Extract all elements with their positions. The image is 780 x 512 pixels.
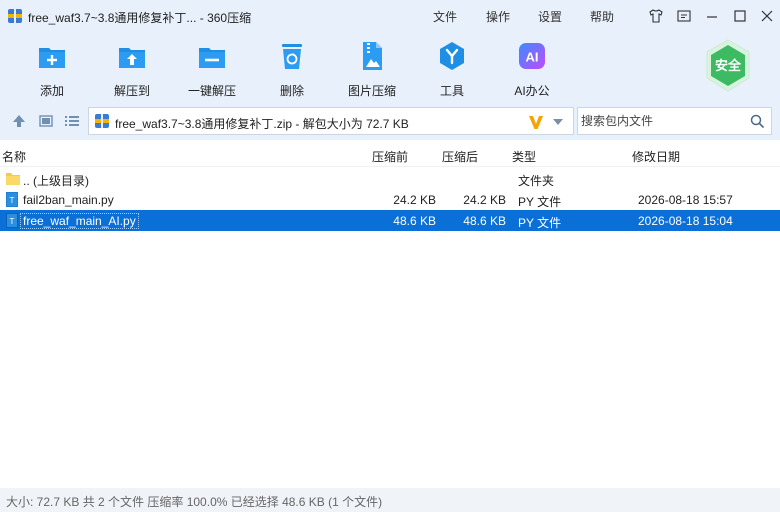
menu-settings[interactable]: 设置 bbox=[538, 8, 562, 25]
row-type: 文件夹 bbox=[518, 174, 555, 188]
security-shield-icon[interactable]: 安全 bbox=[703, 38, 753, 94]
search-input[interactable] bbox=[581, 113, 741, 129]
maximize-icon[interactable] bbox=[732, 8, 748, 24]
main-toolbar: 添加 解压到 一键解压 删除 图片压缩 工具 AI AI办公 安全 bbox=[0, 32, 780, 102]
zip-file-icon bbox=[95, 114, 109, 128]
row-name: free_waf_main_AI.py bbox=[20, 213, 139, 229]
thumbnail-view-icon[interactable] bbox=[37, 112, 55, 130]
column-name[interactable]: 名称 bbox=[2, 148, 26, 165]
ai-office-icon: AI bbox=[519, 43, 545, 69]
search-icon[interactable] bbox=[750, 114, 765, 129]
status-text: 大小: 72.7 KB 共 2 个文件 压缩率 100.0% 已经选择 48.6… bbox=[6, 495, 383, 509]
image-compress-button[interactable]: 图片压缩 bbox=[336, 36, 408, 98]
svg-text:T: T bbox=[10, 196, 15, 205]
one-click-extract-button[interactable]: 一键解压 bbox=[176, 36, 248, 98]
row-size-after: 48.6 KB bbox=[463, 214, 506, 228]
column-modified[interactable]: 修改日期 bbox=[632, 148, 680, 165]
minimize-icon[interactable] bbox=[704, 8, 720, 24]
row-modified: 2026-08-18 15:57 bbox=[638, 193, 733, 207]
folder-icon bbox=[6, 173, 20, 185]
ai-office-label: AI办公 bbox=[514, 84, 550, 98]
extract-to-icon bbox=[119, 48, 145, 68]
title-bar: free_waf3.7~3.8通用修复补丁... - 360压缩 文件 操作 设… bbox=[0, 0, 780, 32]
column-size-after[interactable]: 压缩后 bbox=[442, 148, 478, 165]
row-modified: 2026-08-18 15:04 bbox=[638, 214, 733, 228]
window-title: free_waf3.7~3.8通用修复补丁... - 360压缩 bbox=[28, 11, 252, 25]
up-arrow-icon[interactable] bbox=[10, 112, 28, 130]
extract-to-label: 解压到 bbox=[113, 84, 150, 98]
extract-to-button[interactable]: 解压到 bbox=[96, 36, 168, 98]
list-item-file-selected[interactable]: T free_waf_main_AI.py 48.6 KB 48.6 KB PY… bbox=[0, 210, 780, 231]
row-size-before: 48.6 KB bbox=[393, 214, 436, 228]
tools-label: 工具 bbox=[439, 84, 464, 98]
add-file-icon bbox=[39, 48, 65, 68]
column-type[interactable]: 类型 bbox=[512, 148, 536, 165]
list-item-parent-folder[interactable]: .. (上级目录) 文件夹 bbox=[0, 168, 780, 189]
status-bar: 大小: 72.7 KB 共 2 个文件 压缩率 100.0% 已经选择 48.6… bbox=[0, 488, 780, 512]
zip-app-icon bbox=[8, 9, 22, 23]
list-header: 名称 压缩前 压缩后 类型 修改日期 bbox=[0, 145, 780, 167]
py-file-icon: T bbox=[6, 192, 18, 207]
one-click-extract-icon bbox=[199, 48, 225, 68]
row-name: .. (上级目录) bbox=[23, 174, 89, 188]
row-type: PY 文件 bbox=[518, 216, 562, 230]
add-label: 添加 bbox=[39, 84, 64, 98]
list-item-file[interactable]: T fail2ban_main.py 24.2 KB 24.2 KB PY 文件… bbox=[0, 189, 780, 210]
archive-path-text: free_waf3.7~3.8通用修复补丁.zip - 解包大小为 72.7 K… bbox=[115, 117, 409, 131]
menu-help[interactable]: 帮助 bbox=[590, 8, 614, 25]
delete-button[interactable]: 删除 bbox=[256, 36, 328, 98]
add-button[interactable]: 添加 bbox=[16, 36, 88, 98]
skin-shirt-icon[interactable] bbox=[648, 8, 664, 24]
image-compress-label: 图片压缩 bbox=[347, 84, 396, 98]
list-view-icon[interactable] bbox=[63, 112, 81, 130]
chevron-down-icon[interactable] bbox=[551, 116, 565, 128]
search-field[interactable] bbox=[577, 107, 772, 135]
image-compress-icon bbox=[363, 42, 382, 70]
close-icon[interactable] bbox=[759, 8, 775, 24]
v-logo-icon[interactable] bbox=[527, 113, 545, 131]
tools-icon bbox=[440, 42, 464, 70]
safe-badge-text: 安全 bbox=[715, 58, 742, 74]
one-click-extract-label: 一键解压 bbox=[187, 84, 236, 98]
delete-label: 删除 bbox=[279, 84, 304, 98]
feedback-icon[interactable] bbox=[676, 8, 692, 24]
svg-text:T: T bbox=[10, 217, 15, 226]
py-file-icon: T bbox=[6, 213, 18, 228]
menu-operate[interactable]: 操作 bbox=[486, 8, 510, 25]
row-name: fail2ban_main.py bbox=[23, 193, 114, 207]
row-size-after: 24.2 KB bbox=[463, 193, 506, 207]
row-size-before: 24.2 KB bbox=[393, 193, 436, 207]
column-size-before[interactable]: 压缩前 bbox=[372, 148, 408, 165]
tools-button[interactable]: 工具 bbox=[416, 36, 488, 98]
path-field[interactable]: free_waf3.7~3.8通用修复补丁.zip - 解包大小为 72.7 K… bbox=[88, 107, 574, 135]
row-type: PY 文件 bbox=[518, 195, 562, 209]
ai-office-button[interactable]: AI AI办公 bbox=[496, 36, 568, 98]
menu-file[interactable]: 文件 bbox=[433, 8, 457, 25]
delete-icon bbox=[282, 44, 302, 69]
ai-icon-text: AI bbox=[526, 50, 539, 65]
